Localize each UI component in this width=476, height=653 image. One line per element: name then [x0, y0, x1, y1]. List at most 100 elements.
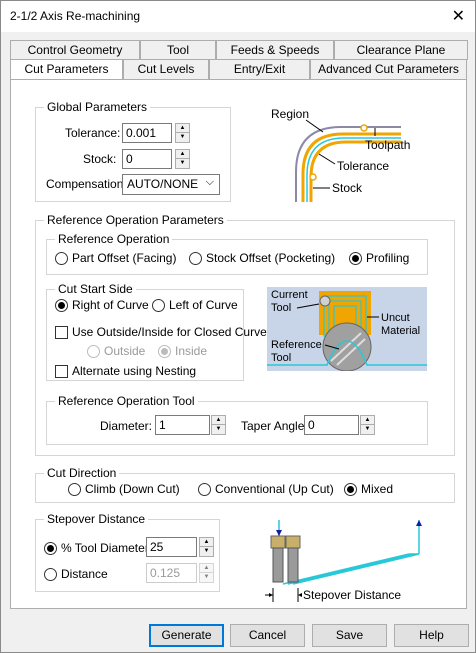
pct-tool-diameter-radio[interactable]	[44, 542, 57, 555]
cut-start-side-group: Cut Start Side Right of Curve Left of Cu…	[46, 282, 273, 381]
left-of-curve-radio[interactable]	[152, 299, 165, 312]
tab-row-back: Control Geometry Tool Feeds & Speeds Cle…	[10, 40, 468, 60]
reference-operation-tool-title: Reference Operation Tool	[55, 394, 198, 408]
right-of-curve-radio[interactable]	[55, 299, 68, 312]
tolerance-spinner[interactable]: ▲ ▼	[175, 123, 190, 143]
alternate-nesting-checkbox[interactable]	[55, 365, 68, 378]
stepover-diagram: Stepover Distance	[265, 520, 422, 602]
cut-parameters-panel: Global Parameters Tolerance: 0.001 ▲ ▼ St…	[10, 79, 467, 609]
cut-direction-group: Cut Direction Climb (Down Cut) Conventio…	[35, 466, 455, 503]
global-parameters-title: Global Parameters	[44, 100, 151, 114]
tolerance-point	[360, 124, 368, 132]
right-of-curve-label[interactable]: Right of Curve	[72, 298, 149, 312]
chevron-down-icon: ⌵	[205, 176, 214, 188]
cut-direction-title: Cut Direction	[44, 466, 120, 480]
global-parameters-group: Global Parameters Tolerance: 0.001 ▲ ▼ St…	[35, 100, 231, 202]
pct-tool-diameter-spinner[interactable]: ▲ ▼	[199, 537, 214, 557]
tab-row-front: Cut Parameters Cut Levels Entry/Exit Adv…	[10, 59, 467, 81]
mixed-radio[interactable]	[344, 483, 357, 496]
reference-tool-label-1: Reference	[271, 339, 322, 351]
mixed-label[interactable]: Mixed	[361, 482, 393, 496]
stepover-distance-title: Stepover Distance	[44, 512, 149, 526]
distance-spinner[interactable]: ▲ ▼	[199, 563, 214, 583]
stock-offset-radio[interactable]	[189, 252, 202, 265]
region-label: Region	[271, 107, 309, 121]
stock-label-diagram: Stock	[332, 181, 363, 195]
tab-advanced-cut-parameters[interactable]: Advanced Cut Parameters	[310, 59, 467, 79]
close-icon[interactable]: ✕	[452, 6, 465, 26]
inside-label[interactable]: Inside	[175, 344, 207, 358]
window-title: 2-1/2 Axis Re-machining	[10, 9, 141, 23]
cut-start-side-title: Cut Start Side	[55, 282, 136, 296]
stock-label: Stock:	[83, 152, 117, 166]
save-button[interactable]: Save	[312, 624, 387, 647]
tab-clearance-plane[interactable]: Clearance Plane	[334, 40, 468, 60]
tab-feeds-speeds[interactable]: Feeds & Speeds	[216, 40, 334, 60]
current-tool-label-2: Tool	[271, 302, 291, 314]
plunge-arrow-icon	[276, 530, 282, 536]
pct-tool-diameter-label[interactable]: % Tool Diameter	[61, 541, 149, 555]
tolerance-label: Tolerance:	[65, 126, 121, 140]
reference-tool-diagram: Current Tool Uncut Material Reference To…	[267, 287, 427, 371]
reference-operation-parameters-title: Reference Operation Parameters	[44, 213, 227, 227]
reference-operation-tool-group: Reference Operation Tool Diameter: 1 ▲ ▼ …	[46, 394, 428, 445]
tab-entry-exit[interactable]: Entry/Exit	[209, 59, 310, 79]
taper-angle-input[interactable]: 0	[304, 415, 359, 435]
compensation-value: AUTO/NONE	[127, 177, 199, 191]
tool-holder-right	[285, 535, 301, 549]
compensation-select[interactable]: AUTO/NONE ⌵	[122, 174, 220, 195]
stock-offset-label[interactable]: Stock Offset (Pocketing)	[206, 251, 335, 265]
climb-radio[interactable]	[68, 483, 81, 496]
use-outside-inside-checkbox[interactable]	[55, 326, 68, 339]
stock-spinner[interactable]: ▲ ▼	[175, 149, 190, 169]
reference-tool-label-2: Tool	[271, 352, 291, 364]
tab-cut-levels[interactable]: Cut Levels	[123, 59, 209, 79]
left-of-curve-label[interactable]: Left of Curve	[169, 298, 238, 312]
tolerance-stock-diagram: Region Toolpath Tolerance Stock	[251, 102, 451, 202]
conventional-label[interactable]: Conventional (Up Cut)	[215, 482, 334, 496]
tool-holder-left	[270, 535, 286, 549]
help-button[interactable]: Help	[394, 624, 469, 647]
outside-label[interactable]: Outside	[104, 344, 145, 358]
end-mill-left	[272, 547, 284, 583]
cancel-button[interactable]: Cancel	[230, 624, 305, 647]
alternate-nesting-label[interactable]: Alternate using Nesting	[72, 364, 196, 378]
current-tool-shape	[319, 295, 331, 307]
inside-radio[interactable]	[158, 345, 171, 358]
distance-radio[interactable]	[44, 568, 57, 581]
tab-cut-parameters[interactable]: Cut Parameters	[10, 59, 123, 81]
toolpath-label: Toolpath	[365, 138, 410, 152]
taper-angle-spinner[interactable]: ▲ ▼	[360, 415, 375, 435]
tolerance-label-diagram: Tolerance	[337, 159, 389, 173]
retract-arrow-icon	[416, 520, 422, 526]
compensation-label: Compensation:	[46, 177, 127, 191]
profiling-label[interactable]: Profiling	[366, 251, 409, 265]
part-offset-label[interactable]: Part Offset (Facing)	[72, 251, 176, 265]
pct-tool-diameter-input[interactable]: 25	[146, 537, 197, 557]
uncut-material-label-2: Material	[381, 325, 420, 337]
diameter-spinner[interactable]: ▲ ▼	[211, 415, 226, 435]
diameter-label: Diameter:	[100, 419, 153, 433]
tolerance-input[interactable]: 0.001	[122, 123, 172, 143]
stepover-diagram-label: Stepover Distance	[303, 588, 401, 602]
reference-operation-title: Reference Operation	[55, 232, 173, 246]
profiling-radio[interactable]	[349, 252, 362, 265]
current-tool-label-1: Current	[271, 289, 308, 301]
climb-label[interactable]: Climb (Down Cut)	[85, 482, 180, 496]
distance-label[interactable]: Distance	[61, 567, 108, 581]
tab-control-geometry[interactable]: Control Geometry	[10, 40, 140, 60]
diameter-input[interactable]: 1	[155, 415, 210, 435]
part-offset-radio[interactable]	[55, 252, 68, 265]
tab-tool[interactable]: Tool	[140, 40, 216, 60]
stock-input[interactable]: 0	[122, 149, 172, 169]
distance-input[interactable]: 0.125	[146, 563, 197, 583]
conventional-radio[interactable]	[198, 483, 211, 496]
reference-operation-parameters-group: Reference Operation Parameters Reference…	[35, 213, 455, 456]
taper-angle-label: Taper Angle:	[241, 419, 308, 433]
use-outside-inside-label[interactable]: Use Outside/Inside for Closed Curves	[72, 325, 273, 339]
generate-button[interactable]: Generate	[149, 624, 224, 647]
title-bar: 2-1/2 Axis Re-machining ✕	[1, 1, 475, 32]
reference-operation-group: Reference Operation Part Offset (Facing)…	[46, 232, 428, 275]
uncut-material-label-1: Uncut	[381, 312, 410, 324]
outside-radio[interactable]	[87, 345, 100, 358]
